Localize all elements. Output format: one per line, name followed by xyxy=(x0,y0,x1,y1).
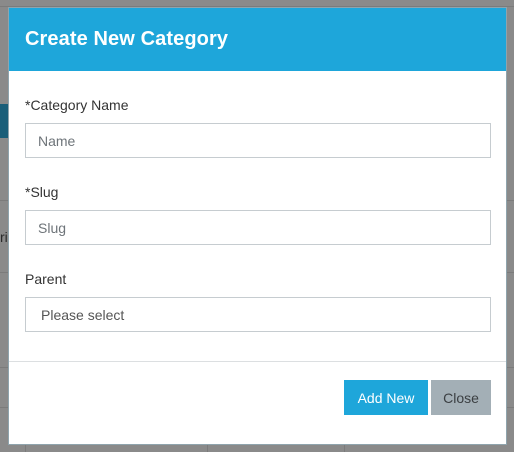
slug-label: *Slug xyxy=(25,184,59,200)
slug-group: *Slug xyxy=(25,184,491,245)
parent-select[interactable]: Please select xyxy=(25,297,491,332)
modal-title: Create New Category xyxy=(25,28,229,50)
background-tab xyxy=(0,104,8,138)
modal-footer: Add New Close xyxy=(9,361,506,444)
close-button[interactable]: Close xyxy=(431,380,491,415)
modal-header: Create New Category xyxy=(9,8,506,71)
category-name-group: *Category Name xyxy=(25,97,491,158)
create-category-modal: Create New Category *Category Name *Slug… xyxy=(8,7,507,445)
modal-body: *Category Name *Slug Parent Please selec… xyxy=(9,71,506,332)
background-text: ri xyxy=(0,229,8,245)
add-new-button[interactable]: Add New xyxy=(344,380,428,415)
category-name-input[interactable] xyxy=(25,123,491,158)
parent-select-value: Please select xyxy=(41,306,125,323)
category-name-label: *Category Name xyxy=(25,97,129,113)
parent-label: Parent xyxy=(25,271,67,287)
slug-input[interactable] xyxy=(25,210,491,245)
parent-group: Parent Please select xyxy=(25,271,491,332)
